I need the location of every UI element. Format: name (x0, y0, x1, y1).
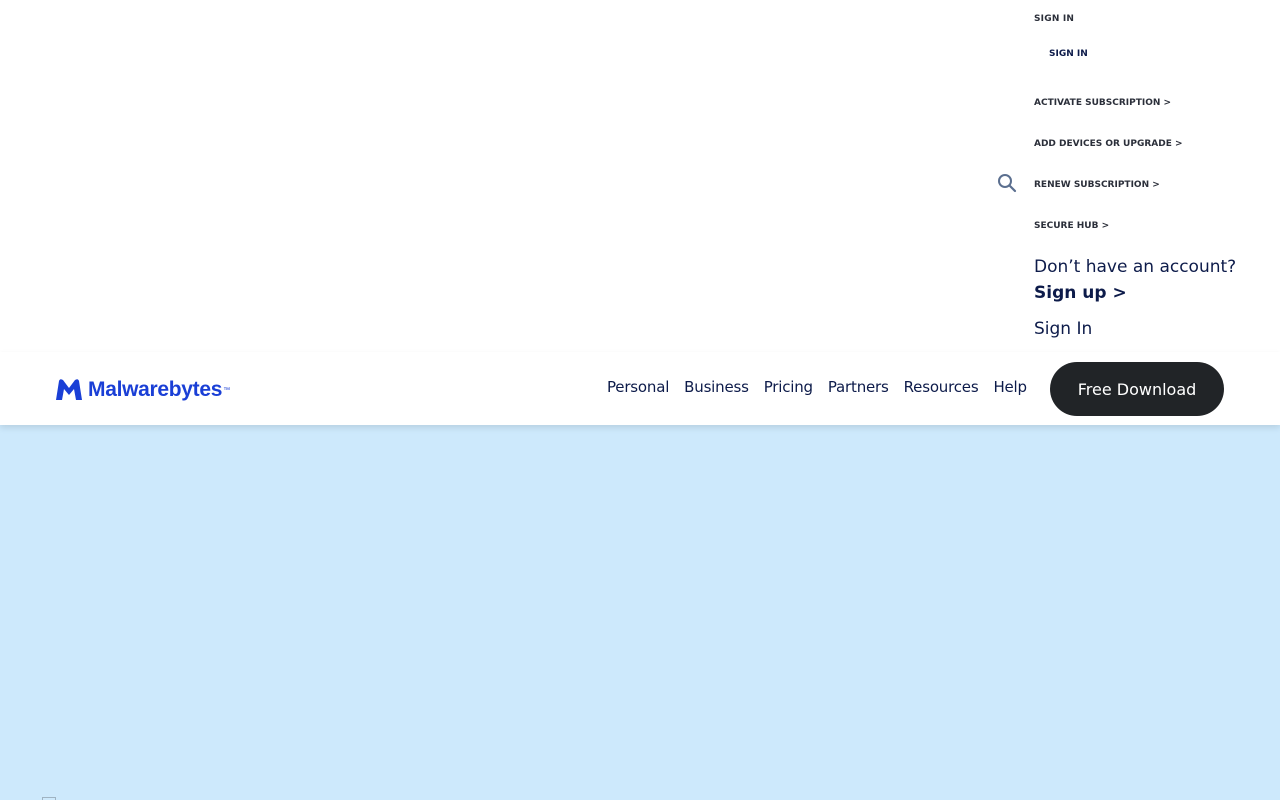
free-download-button[interactable]: Free Download (1050, 362, 1224, 416)
hero-section (0, 425, 1280, 800)
signin-heading: SIGN IN (1034, 14, 1075, 24)
renew-subscription-link[interactable]: RENEW SUBSCRIPTION > (1034, 180, 1160, 190)
nav-help[interactable]: Help (993, 378, 1027, 396)
activate-subscription-link[interactable]: ACTIVATE SUBSCRIPTION > (1034, 98, 1171, 108)
logo-text: Malwarebytes (88, 378, 223, 401)
add-devices-link[interactable]: ADD DEVICES OR UPGRADE > (1034, 139, 1183, 149)
no-account-prompt: Don’t have an account? Sign up > (1034, 254, 1236, 306)
nav-business[interactable]: Business (684, 378, 749, 396)
signup-link[interactable]: Sign up > (1034, 280, 1236, 306)
signin-link[interactable]: SIGN IN (1049, 49, 1088, 59)
logo-trademark: ™ (223, 386, 231, 394)
secure-hub-link[interactable]: SECURE HUB > (1034, 221, 1109, 231)
nav-resources[interactable]: Resources (904, 378, 979, 396)
search-button[interactable] (996, 172, 1018, 194)
nav-personal[interactable]: Personal (607, 378, 669, 396)
site-header: Malwarebytes ™ Personal Business Pricing… (0, 352, 1280, 425)
search-icon (998, 174, 1017, 193)
signin-text-link[interactable]: Sign In (1034, 319, 1092, 339)
malwarebytes-logo-icon (56, 379, 82, 400)
nav-pricing[interactable]: Pricing (764, 378, 813, 396)
no-account-text: Don’t have an account? (1034, 257, 1237, 277)
logo[interactable]: Malwarebytes ™ (54, 377, 230, 403)
nav-partners[interactable]: Partners (828, 378, 889, 396)
page: SIGN IN SIGN IN ACTIVATE SUBSCRIPTION > … (0, 0, 1280, 800)
main-nav: Personal Business Pricing Partners Resou… (607, 378, 1042, 396)
